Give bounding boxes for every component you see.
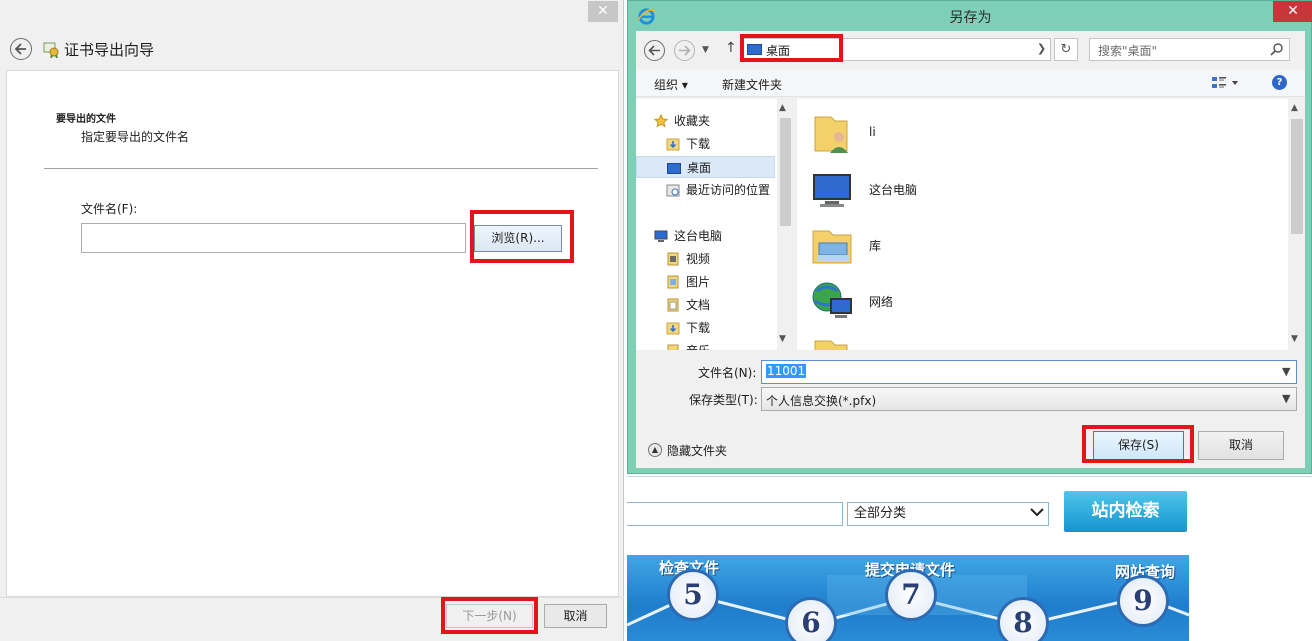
file-item-this-pc[interactable]: 这台电脑 [811, 163, 1071, 215]
step-circle-7: 7 [885, 569, 937, 621]
dialog-close-button[interactable]: ✕ [1273, 1, 1312, 22]
help-icon[interactable]: ? [1272, 75, 1287, 90]
step-circle-8: 8 [997, 597, 1049, 641]
webpage-search-button[interactable]: 站内检索 [1064, 491, 1187, 532]
music-folder-icon [667, 344, 679, 350]
filetype-label: 保存类型(T): [689, 393, 758, 407]
back-icon[interactable] [644, 40, 665, 61]
scroll-up-icon[interactable]: ▲ [1291, 103, 1298, 113]
new-folder-button[interactable]: 新建文件夹 [722, 76, 782, 93]
wizard-divider [44, 168, 598, 169]
step-circle-9: 9 [1117, 575, 1169, 627]
forward-icon[interactable] [674, 40, 695, 61]
filename-combobox[interactable]: 11001 ▼ [761, 360, 1297, 384]
certificate-export-wizard: ✕ 证书导出向导 要导出的文件 指定要导出的文件名 文件名(F): 浏览(R).… [0, 0, 624, 641]
file-item-user-folder[interactable]: li [811, 107, 1071, 159]
nav-desktop[interactable]: 桌面 [636, 156, 775, 178]
file-item-libraries[interactable]: 库 [811, 219, 1071, 271]
recent-places-icon [666, 184, 680, 197]
recent-locations-chevron-icon[interactable]: ▼ [702, 45, 709, 55]
search-box[interactable]: 搜索"桌面" [1089, 38, 1290, 61]
nav-documents-label: 文档 [686, 298, 711, 312]
search-input[interactable]: 搜索"桌面" [1098, 42, 1157, 59]
chevron-down-icon[interactable]: ▼ [1282, 365, 1290, 378]
back-arrow-icon[interactable] [10, 38, 32, 60]
file-name: 网络 [869, 295, 894, 309]
wizard-title: 证书导出向导 [64, 41, 155, 59]
filetype-select[interactable]: 个人信息交换(*.pfx) ▼ [761, 387, 1297, 411]
highlight-next [441, 597, 538, 634]
wizard-cancel-button[interactable]: 取消 [544, 604, 607, 628]
nav-music-label: 音乐 [686, 340, 710, 350]
filename-label: 文件名(N): [698, 366, 757, 380]
save-as-dialog: 另存为 ✕ ▼ ↑ 桌面 ❯ ↻ 搜索"桌面" 组织 ▾ 新建文件夹 ? 收藏夹… [627, 0, 1312, 474]
collapse-up-icon[interactable]: ▲ [648, 443, 662, 457]
highlight-save [1082, 425, 1194, 463]
file-name: li [869, 125, 876, 139]
computer-icon [813, 174, 851, 207]
nav-videos-label: 视频 [686, 252, 711, 266]
dialog-toolbar: 组织 ▾ 新建文件夹 ? [636, 69, 1305, 97]
scroll-down-icon[interactable]: ▼ [779, 334, 786, 344]
nav-favorites-label: 收藏夹 [674, 114, 711, 128]
nav-recent-label: 最近访问的位置 [686, 183, 771, 197]
computer-icon [654, 230, 668, 242]
dialog-body: ▼ ↑ 桌面 ❯ ↻ 搜索"桌面" 组织 ▾ 新建文件夹 ? 收藏夹 下载 桌面… [636, 31, 1305, 468]
hide-folders-toggle[interactable]: 隐藏文件夹 [667, 442, 727, 459]
process-steps-banner: 检查文件 5 6 提交申请文件 7 8 网站查询 9 [627, 555, 1189, 641]
documents-folder-icon [667, 298, 679, 312]
certificate-icon [43, 42, 59, 58]
filename-input[interactable]: 11001 [766, 364, 807, 378]
step-circle-6: 6 [785, 597, 837, 641]
downloads-folder-icon [666, 322, 680, 335]
step-circle-5: 5 [667, 569, 719, 621]
library-icon [812, 230, 852, 264]
navigation-scrollbar-thumb[interactable] [780, 118, 791, 226]
folder-icon [814, 340, 848, 350]
nav-this-pc-label: 这台电脑 [674, 229, 723, 243]
file-list-scrollbar-thumb[interactable] [1291, 119, 1303, 234]
wizard-close-button[interactable]: ✕ [588, 1, 618, 22]
desktop-icon [667, 163, 681, 174]
dialog-cancel-button[interactable]: 取消 [1198, 431, 1284, 460]
search-icon [1270, 43, 1283, 56]
pictures-folder-icon [667, 275, 679, 289]
videos-folder-icon [667, 252, 679, 266]
scroll-up-icon[interactable]: ▲ [779, 103, 786, 113]
user-folder-icon [814, 116, 848, 153]
wizard-page-subheading: 指定要导出的文件名 [81, 130, 190, 144]
refresh-icon[interactable]: ↻ [1054, 38, 1078, 61]
wizard-page-heading: 要导出的文件 [56, 114, 116, 125]
chevron-down-icon[interactable]: ❯ [1037, 42, 1046, 55]
up-arrow-icon[interactable]: ↑ [725, 40, 737, 56]
network-icon [812, 282, 852, 318]
view-options-icon[interactable] [1211, 75, 1241, 91]
nav-downloads2-label: 下载 [686, 321, 711, 335]
filetype-value: 个人信息交换(*.pfx) [766, 394, 877, 408]
file-list: li 这台电脑 库 网络 [796, 99, 1305, 350]
downloads-folder-icon [666, 138, 680, 151]
file-item-network[interactable]: 网络 [811, 275, 1071, 327]
wizard-filename-label: 文件名(F): [81, 202, 138, 216]
organize-menu[interactable]: 组织 ▾ [654, 76, 688, 93]
webpage-divider [627, 476, 1312, 477]
star-icon [654, 114, 668, 128]
nav-desktop-label: 桌面 [687, 161, 712, 175]
highlight-address-desktop [740, 34, 843, 62]
webpage-category-select[interactable]: 全部分类 [847, 502, 1049, 526]
webpage-search-input[interactable] [627, 502, 843, 526]
chevron-down-icon[interactable]: ▼ [1282, 392, 1290, 405]
file-name: 这台电脑 [869, 183, 918, 197]
file-name: 库 [869, 239, 882, 253]
dialog-title: 另存为 [949, 10, 992, 26]
navigation-pane: 收藏夹 下载 桌面 最近访问的位置 这台电脑 视频 图片 文档 下载 [636, 99, 791, 350]
file-item-partial[interactable] [811, 331, 1071, 350]
highlight-browse [470, 210, 574, 263]
chevron-down-icon [1030, 508, 1044, 517]
wizard-content-panel [6, 70, 619, 597]
scroll-down-icon[interactable]: ▼ [1291, 334, 1298, 344]
nav-pictures-label: 图片 [686, 275, 711, 289]
wizard-filename-input[interactable] [81, 223, 466, 253]
nav-downloads-label: 下载 [686, 137, 711, 151]
